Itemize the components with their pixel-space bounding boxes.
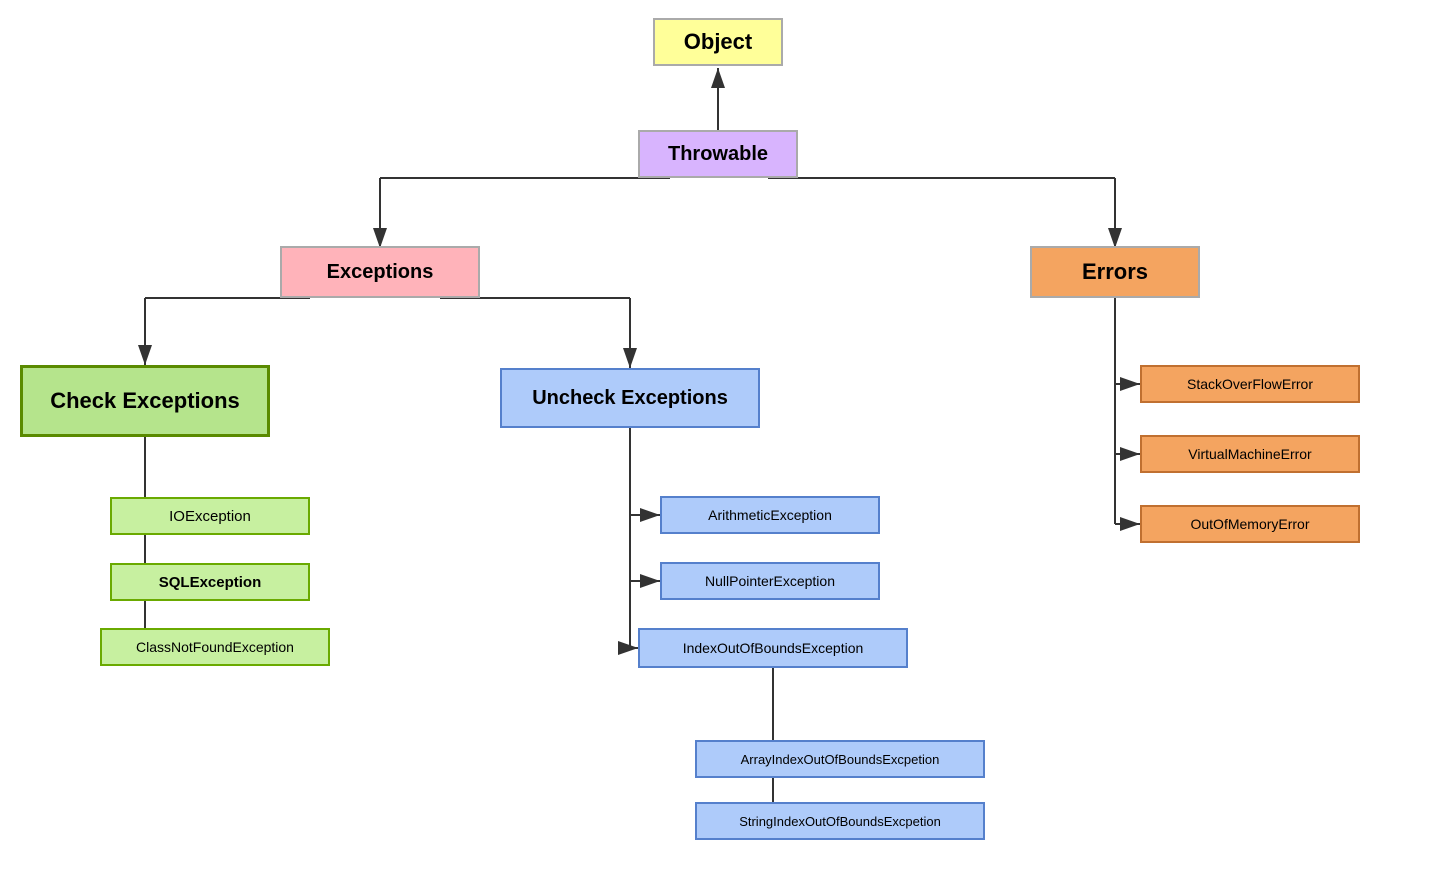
uncheck-exceptions-node: Uncheck Exceptions [500, 368, 760, 428]
ioexception-label: IOException [169, 508, 251, 525]
stackoverflow-node: StackOverFlowError [1140, 365, 1360, 403]
sqlexception-node: SQLException [110, 563, 310, 601]
outofmemory-label: OutOfMemoryError [1190, 516, 1309, 532]
throwable-node: Throwable [638, 130, 798, 178]
stringindex-label: StringIndexOutOfBoundsExcpetion [739, 814, 941, 829]
object-label: Object [684, 29, 752, 55]
virtualmachine-node: VirtualMachineError [1140, 435, 1360, 473]
arrayindex-label: ArrayIndexOutOfBoundsExcpetion [741, 752, 940, 767]
indexoutofbounds-label: IndexOutOfBoundsException [683, 640, 864, 656]
uncheck-exceptions-label: Uncheck Exceptions [532, 387, 728, 410]
sqlexception-label: SQLException [159, 574, 262, 591]
check-exceptions-label: Check Exceptions [50, 388, 240, 414]
classnotfound-label: ClassNotFoundException [136, 639, 294, 655]
outofmemory-node: OutOfMemoryError [1140, 505, 1360, 543]
nullpointer-node: NullPointerException [660, 562, 880, 600]
indexoutofbounds-node: IndexOutOfBoundsException [638, 628, 908, 668]
nullpointer-label: NullPointerException [705, 573, 835, 589]
stringindex-node: StringIndexOutOfBoundsExcpetion [695, 802, 985, 840]
object-node: Object [653, 18, 783, 66]
classnotfound-node: ClassNotFoundException [100, 628, 330, 666]
errors-node: Errors [1030, 246, 1200, 298]
check-exceptions-node: Check Exceptions [20, 365, 270, 437]
errors-label: Errors [1082, 259, 1148, 285]
diagram: Object Throwable Exceptions Errors Check… [0, 0, 1455, 874]
arrayindex-node: ArrayIndexOutOfBoundsExcpetion [695, 740, 985, 778]
stackoverflow-label: StackOverFlowError [1187, 376, 1313, 392]
arithmetic-label: ArithmeticException [708, 507, 832, 523]
ioexception-node: IOException [110, 497, 310, 535]
throwable-label: Throwable [668, 143, 768, 166]
exceptions-label: Exceptions [327, 261, 434, 284]
arithmetic-node: ArithmeticException [660, 496, 880, 534]
exceptions-node: Exceptions [280, 246, 480, 298]
virtualmachine-label: VirtualMachineError [1188, 446, 1311, 462]
